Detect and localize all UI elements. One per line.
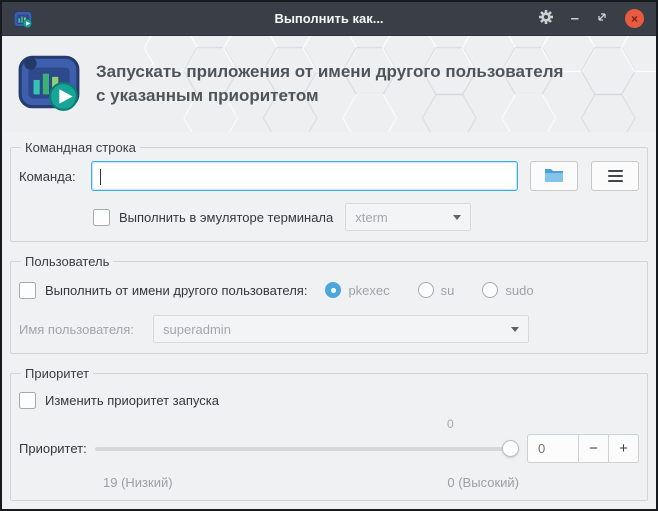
page-title: Запускать приложения от имени другого по… [96,60,563,108]
priority-label: Приоритет: [19,441,87,456]
priority-slider[interactable] [95,439,519,458]
radio-su[interactable]: su [417,282,455,298]
maximize-icon [596,11,608,26]
close-icon: × [630,11,638,26]
username-select[interactable]: superadmin [153,315,529,343]
priority-legend: Приоритет [25,366,90,381]
change-priority-checkbox[interactable] [19,391,36,409]
radio-su-label: su [440,282,455,298]
terminal-checkbox-label: Выполнить в эмуляторе терминала [119,209,334,225]
terminal-emulator-select[interactable]: xterm [345,203,472,231]
minimize-icon: – [570,10,579,27]
command-input-wrap [91,161,518,191]
slider-groove[interactable] [95,446,519,451]
terminal-emulator-value: xterm [355,209,388,225]
username-value: superadmin [163,321,231,337]
settings-button[interactable] [538,9,554,28]
command-line-group: Командная строка Команда: Выполнить в эм… [10,140,648,242]
titlebar[interactable]: Выполнить как... – × [2,2,656,36]
spin-increment-button[interactable]: + [609,434,639,463]
run-as-other-user-label: Выполнить от имени другого пользователя: [45,282,308,298]
radio-su-control[interactable] [417,282,434,298]
user-legend: Пользователь [25,254,110,269]
chevron-down-icon [511,326,519,332]
run-as-other-user-checkbox[interactable] [19,281,36,299]
gear-icon [538,9,554,28]
header: Запускать приложения от имени другого по… [2,36,656,132]
priority-min-label: 19 (Низкий) [103,475,173,490]
minimize-button[interactable]: – [571,11,579,26]
slider-handle[interactable] [502,439,519,457]
spin-decrement-button[interactable]: − [579,434,609,463]
radio-sudo-control[interactable] [482,282,499,298]
priority-max-label: 0 (Высокий) [447,475,519,490]
folder-icon [544,167,564,186]
priority-spin-value[interactable]: 0 [527,434,579,463]
priority-spinbox: 0 − + [527,434,639,463]
run-as-window: Выполнить как... – × Запускать приложени… [0,0,658,511]
command-line-legend: Командная строка [25,140,136,155]
command-label: Команда: [19,168,76,184]
browse-file-button[interactable] [530,161,578,191]
radio-sudo[interactable]: sudo [482,282,534,298]
priority-group: Приоритет Изменить приоритет запуска 0 П… [10,366,648,501]
radio-sudo-label: sudo [505,282,534,298]
app-icon [13,9,33,29]
command-input[interactable] [92,162,517,190]
user-group: Пользователь Выполнить от имени другого … [10,254,648,354]
app-icon-large [16,49,82,120]
terminal-checkbox[interactable] [93,208,110,226]
page-title-line2: с указанным приоритетом [96,86,319,105]
text-caret [100,169,101,185]
menu-button[interactable] [591,161,639,191]
hamburger-menu-icon [607,170,623,182]
page-title-line1: Запускать приложения от имени другого по… [96,62,564,82]
slider-current-value: 0 [447,417,454,431]
change-priority-label: Изменить приоритет запуска [45,392,219,408]
chevron-down-icon [453,214,462,220]
radio-pkexec[interactable]: pkexec [325,282,390,298]
close-button[interactable]: × [625,9,644,28]
radio-pkexec-control[interactable] [325,282,342,298]
radio-pkexec-label: pkexec [348,282,390,298]
username-label: Имя пользователя: [19,321,134,337]
maximize-button[interactable] [596,11,608,26]
